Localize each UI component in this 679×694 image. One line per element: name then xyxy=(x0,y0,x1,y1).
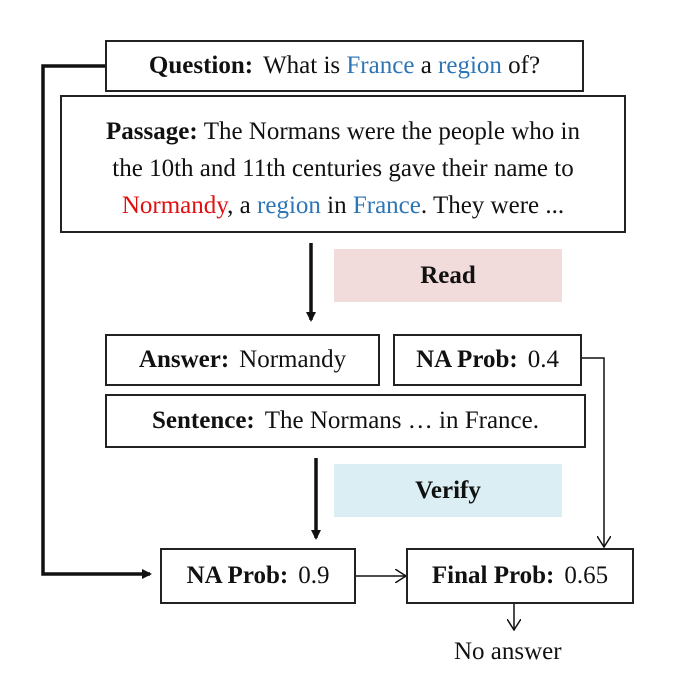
final-prob-value: 0.65 xyxy=(564,562,609,589)
result-label: No answer xyxy=(454,638,562,665)
answer-label: Answer: xyxy=(138,346,230,373)
sentence-box: Sentence: The Normans … in France. xyxy=(105,394,586,448)
passage-text-1: The Normans were the people who in xyxy=(203,118,580,145)
na-prob-verify-label: NA Prob: xyxy=(186,562,289,589)
passage-word-region: region xyxy=(257,192,321,219)
verify-stage-label: Verify xyxy=(334,464,562,517)
passage-label: Passage: xyxy=(106,118,198,145)
sentence-value: The Normans … in France. xyxy=(264,407,539,434)
question-box: Question: What is France a region of? xyxy=(105,40,584,92)
na-prob-verify-box: NA Prob: 0.9 xyxy=(160,548,356,604)
passage-text-in: in xyxy=(327,192,347,219)
na-prob-verify-value: 0.9 xyxy=(298,562,330,589)
question-text-2: a xyxy=(420,52,432,79)
passage-text-a: , a xyxy=(227,192,251,219)
na-prob-read-label: NA Prob: xyxy=(416,346,518,373)
final-prob-label: Final Prob: xyxy=(431,562,555,589)
final-prob-box: Final Prob: 0.65 xyxy=(406,548,634,604)
na-read-to-final-arrow xyxy=(582,357,604,547)
passage-box: Passage: The Normans were the people who … xyxy=(60,95,626,233)
na-prob-read-box: NA Prob: 0.4 xyxy=(393,334,582,386)
passage-text-end: . They were ... xyxy=(420,192,565,219)
passage-word-france: France xyxy=(352,192,421,219)
question-text-3: of? xyxy=(508,52,541,79)
passage-line-1: Passage: The Normans were the people who … xyxy=(62,113,624,150)
question-text-1: What is xyxy=(263,52,341,79)
passage-line-3: Normandy, a region in France. They were … xyxy=(62,187,624,224)
question-word-region: region xyxy=(438,52,502,79)
passage-line-2: the 10th and 11th centuries gave their n… xyxy=(112,155,574,182)
read-stage-label: Read xyxy=(334,249,562,302)
na-prob-read-value: 0.4 xyxy=(527,346,559,373)
answer-value: Normandy xyxy=(239,346,347,373)
answer-box: Answer: Normandy xyxy=(105,334,380,386)
sentence-label: Sentence: xyxy=(152,407,255,434)
question-word-france: France xyxy=(346,52,415,79)
passage-word-normandy: Normandy xyxy=(121,192,228,219)
question-label: Question: xyxy=(148,52,254,79)
